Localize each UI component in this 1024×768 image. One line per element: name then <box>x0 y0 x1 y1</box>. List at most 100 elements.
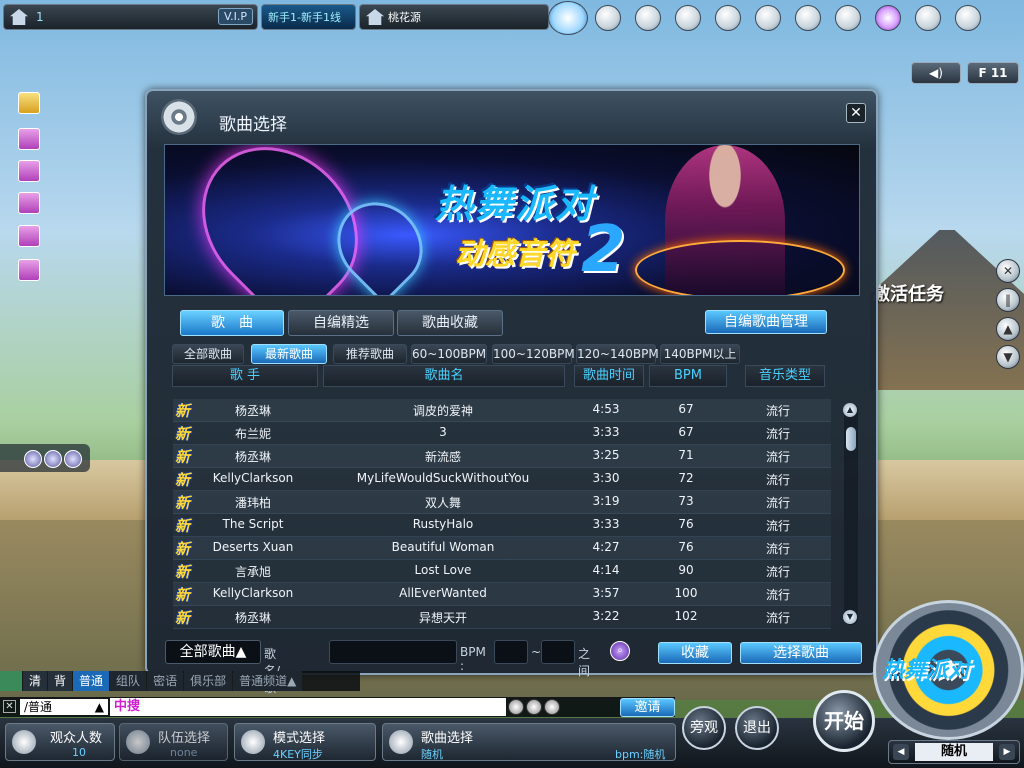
couple-icon[interactable] <box>748 0 788 36</box>
side-menu-button-4[interactable] <box>18 225 40 247</box>
table-row[interactable]: 新 Deserts Xuan Beautiful Woman 4:27 76 流行 <box>173 537 831 560</box>
subtab-bpm-100-120[interactable]: 100~120BPM <box>492 344 575 364</box>
prev-song-icon[interactable]: ◀ <box>893 744 909 760</box>
invite-button[interactable]: 邀请 <box>620 698 675 717</box>
subtab-newest[interactable]: 最新歌曲 <box>251 344 327 364</box>
side-menu-button-1[interactable] <box>18 128 40 150</box>
audience-title: 观众人数 <box>50 731 103 746</box>
subtab-bpm-120-140[interactable]: 120~140BPM <box>576 344 659 364</box>
table-row[interactable]: 新 The Script RustyHalo 3:33 76 流行 <box>173 514 831 537</box>
sound-button[interactable]: ◀) <box>911 62 961 84</box>
table-row[interactable]: 新 杨丞琳 异想天开 3:22 102 流行 <box>173 606 831 629</box>
emote-icon-1[interactable] <box>24 450 42 468</box>
tab-songs[interactable]: 歌 曲 <box>180 310 284 336</box>
chat-mode-select[interactable]: /普通 ▲ <box>20 699 108 715</box>
box-icon[interactable] <box>628 0 668 36</box>
book-icon[interactable] <box>828 0 868 36</box>
shop-cart-icon[interactable] <box>548 0 588 36</box>
new-badge-icon: 新 <box>175 402 191 420</box>
chat-bubble-icon[interactable] <box>708 0 748 36</box>
song-bpm: 67 <box>678 425 694 439</box>
next-song-icon[interactable]: ▶ <box>999 744 1015 760</box>
subtab-recommended[interactable]: 推荐歌曲 <box>333 344 407 364</box>
f11-fullscreen-button[interactable]: F 11 <box>967 62 1019 84</box>
chat-tab-normal[interactable]: 普通 <box>73 671 110 691</box>
start-button[interactable]: 开始 <box>813 690 875 752</box>
column-artist[interactable]: 歌 手 <box>172 365 318 387</box>
table-row[interactable]: 新 言承旭 Lost Love 4:14 90 流行 <box>173 560 831 583</box>
watch-button[interactable]: 旁观 <box>682 706 726 750</box>
smiley-icon[interactable] <box>544 699 560 715</box>
table-row[interactable]: 新 布兰妮 3 3:33 67 流行 <box>173 422 831 445</box>
music-disc-icon <box>161 99 197 135</box>
vip-badge[interactable]: V.I.P <box>218 8 253 25</box>
select-song-button[interactable]: 选择歌曲 <box>740 642 862 664</box>
chat-close-icon[interactable]: ✕ <box>3 700 16 713</box>
channel-box[interactable]: 1 V.I.P <box>3 4 258 30</box>
chat-settings-icon[interactable] <box>0 671 22 691</box>
column-bpm[interactable]: BPM <box>649 365 727 387</box>
bpm-max-input[interactable] <box>541 640 575 664</box>
column-song[interactable]: 歌曲名 <box>323 365 565 387</box>
gear-icon[interactable] <box>908 0 948 36</box>
song-title: 3 <box>439 425 447 439</box>
channel-name-box[interactable]: 新手1-新手1线 <box>261 4 356 30</box>
tab-favorites[interactable]: 歌曲收藏 <box>397 310 503 336</box>
side-bars-icon[interactable]: ‖ <box>996 288 1020 312</box>
chat-tab-club[interactable]: 俱乐部 <box>184 671 233 691</box>
search-icon[interactable]: ⌕ <box>610 641 630 661</box>
emote-icon-3[interactable] <box>64 450 82 468</box>
scroll-down-icon[interactable]: ▼ <box>843 610 857 624</box>
table-row[interactable]: 新 KellyClarkson AllEverWanted 3:57 100 流行 <box>173 583 831 606</box>
song-artist: 杨丞琳 <box>234 450 271 464</box>
power-icon[interactable] <box>948 0 988 36</box>
chat-tab-team[interactable]: 组队 <box>110 671 147 691</box>
side-menu-button-2[interactable] <box>18 160 40 182</box>
new-badge-icon: 新 <box>175 425 191 443</box>
table-row[interactable]: 新 杨丞琳 新流感 3:25 71 流行 <box>173 445 831 468</box>
column-time[interactable]: 歌曲时间 <box>574 365 644 387</box>
close-icon[interactable]: ✕ <box>846 103 866 123</box>
chat-tab-back[interactable]: 背 <box>48 671 73 691</box>
chat-input[interactable]: 中搜 <box>110 698 506 716</box>
audience-count-panel[interactable]: 观众人数 10 <box>5 723 115 761</box>
chat-link-icon[interactable] <box>526 699 542 715</box>
table-row[interactable]: 新 杨丞琳 调皮的爱神 4:53 67 流行 <box>173 399 831 422</box>
table-row[interactable]: 新 潘玮柏 双人舞 3:19 73 流行 <box>173 491 831 514</box>
chat-channel-dropdown[interactable]: 普通频道▲ <box>233 671 303 691</box>
scrollbar-thumb[interactable] <box>846 427 856 451</box>
category-dropdown[interactable]: 全部歌曲▲ <box>165 640 261 664</box>
song-select-panel[interactable]: 歌曲选择 随机 bpm:随机 <box>382 723 676 761</box>
bpm-min-input[interactable] <box>494 640 528 664</box>
side-close-icon[interactable]: ✕ <box>996 259 1020 283</box>
subtab-all[interactable]: 全部歌曲 <box>172 344 244 364</box>
podium-icon[interactable] <box>788 0 828 36</box>
robot-face-icon[interactable] <box>588 0 628 36</box>
column-genre[interactable]: 音乐类型 <box>745 365 825 387</box>
chat-bubble-icon[interactable] <box>508 699 524 715</box>
song-time: 4:53 <box>592 402 620 416</box>
scroll-up-icon[interactable]: ▲ <box>843 403 857 417</box>
song-genre: 流行 <box>765 473 790 487</box>
subtab-bpm-140-plus[interactable]: 140BPM以上 <box>660 344 740 364</box>
chat-tab-clear[interactable]: 清 <box>23 671 48 691</box>
favorite-button[interactable]: 收藏 <box>658 642 732 664</box>
map-box[interactable]: 桃花源 <box>359 4 549 30</box>
chat-tab-whisper[interactable]: 密语 <box>147 671 184 691</box>
crown-icon[interactable] <box>18 92 40 114</box>
tab-custom-picks[interactable]: 自编精选 <box>288 310 394 336</box>
arrow-menu-icon[interactable] <box>868 0 908 36</box>
name-search-input[interactable] <box>329 640 457 664</box>
subtab-bpm-60-100[interactable]: 60~100BPM <box>411 344 487 364</box>
side-menu-button-3[interactable] <box>18 192 40 214</box>
emote-icon-2[interactable] <box>44 450 62 468</box>
custom-song-manage-button[interactable]: 自编歌曲管理 <box>705 310 827 334</box>
side-up-icon[interactable]: ▲ <box>996 317 1020 341</box>
table-row[interactable]: 新 KellyClarkson MyLifeWouldSuckWithoutYou 3… <box>173 468 831 491</box>
link-icon[interactable] <box>668 0 708 36</box>
mode-select-panel[interactable]: 模式选择 4KEY同步 <box>234 723 376 761</box>
side-down-icon[interactable]: ▼ <box>996 345 1020 369</box>
exit-button[interactable]: 退出 <box>735 706 779 750</box>
team-select-panel[interactable]: 队伍选择 none <box>119 723 228 761</box>
side-menu-button-5[interactable] <box>18 259 40 281</box>
